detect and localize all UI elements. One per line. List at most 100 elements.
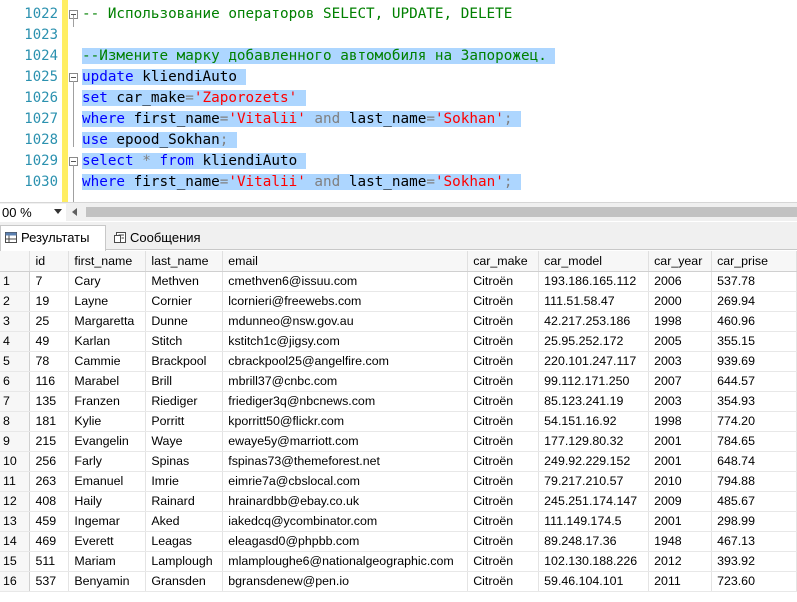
table-cell[interactable]: Citroën (467, 531, 540, 552)
table-cell[interactable]: Stitch (145, 331, 224, 352)
table-cell[interactable]: 25.95.252.172 (538, 331, 650, 352)
row-number[interactable]: 16 (0, 571, 31, 592)
code-line[interactable]: 1022 -- Использование операторов SELECT, … (0, 4, 797, 25)
table-cell[interactable]: mbrill37@cnbc.com (222, 371, 469, 392)
table-cell[interactable]: 59.46.104.101 (538, 571, 650, 592)
table-cell[interactable]: Rainard (145, 491, 224, 512)
table-cell[interactable]: 25 (29, 311, 70, 332)
table-cell[interactable]: mlamploughe6@nationalgeographic.com (222, 551, 469, 572)
table-cell[interactable]: 85.123.241.19 (538, 391, 650, 412)
table-cell[interactable]: hrainardbb@ebay.co.uk (222, 491, 469, 512)
table-cell[interactable]: 2001 (648, 431, 713, 452)
table-cell[interactable]: Methven (145, 271, 224, 292)
table-cell[interactable]: Mariam (68, 551, 147, 572)
table-cell[interactable]: Farly (68, 451, 147, 472)
table-cell[interactable]: fspinas73@themeforest.net (222, 451, 469, 472)
table-cell[interactable]: 459 (29, 511, 70, 532)
table-cell[interactable]: Karlan (68, 331, 147, 352)
row-number[interactable]: 7 (0, 391, 31, 412)
table-cell[interactable]: kporritt50@flickr.com (222, 411, 469, 432)
row-number[interactable]: 10 (0, 451, 31, 472)
table-cell[interactable]: Gransden (145, 571, 224, 592)
table-cell[interactable]: Layne (68, 291, 147, 312)
table-cell[interactable]: 78 (29, 351, 70, 372)
column-header-car-prise[interactable]: car_prise (711, 251, 797, 272)
table-cell[interactable]: Dunne (145, 311, 224, 332)
table-cell[interactable]: 181 (29, 411, 70, 432)
table-cell[interactable]: Cammie (68, 351, 147, 372)
tab-messages[interactable]: Сообщения (110, 226, 214, 250)
row-number[interactable]: 3 (0, 311, 31, 332)
row-number[interactable]: 5 (0, 351, 31, 372)
table-cell[interactable]: ewaye5y@marriott.com (222, 431, 469, 452)
code-line[interactable]: 1030 where first_name = 'Vitalii' and last_… (0, 172, 797, 193)
table-cell[interactable]: Citroën (467, 371, 540, 392)
table-cell[interactable]: Marabel (68, 371, 147, 392)
table-row[interactable]: 9 215 Evangelin Waye ewaye5y@marriott.com Cit… (0, 431, 797, 452)
table-cell[interactable]: Benyamin (68, 571, 147, 592)
table-cell[interactable]: Citroën (467, 471, 540, 492)
table-cell[interactable]: friediger3q@nbcnews.com (222, 391, 469, 412)
scroll-left-icon[interactable] (72, 208, 77, 216)
table-cell[interactable]: 469 (29, 531, 70, 552)
table-row[interactable]: 15 511 Mariam Lamplough mlamploughe6@nationa… (0, 551, 797, 572)
row-number[interactable]: 1 (0, 271, 31, 292)
table-row[interactable]: 7 135 Franzen Riediger friediger3q@nbcnews.c… (0, 391, 797, 412)
table-cell[interactable]: 939.69 (711, 351, 797, 372)
table-cell[interactable]: 784.65 (711, 431, 797, 452)
table-cell[interactable]: 2001 (648, 511, 713, 532)
table-cell[interactable]: 215 (29, 431, 70, 452)
row-number[interactable]: 14 (0, 531, 31, 552)
code-line[interactable]: 1029 select * from kliendiAuto (0, 151, 797, 172)
code-line[interactable]: 1026 set car_make='Zaporozets' (0, 88, 797, 109)
table-cell[interactable]: 1998 (648, 411, 713, 432)
table-cell[interactable]: Citroën (467, 491, 540, 512)
table-cell[interactable]: 2009 (648, 491, 713, 512)
table-cell[interactable]: Riediger (145, 391, 224, 412)
code-line[interactable]: 1023 (0, 25, 797, 46)
table-cell[interactable]: Porritt (145, 411, 224, 432)
row-number[interactable]: 9 (0, 431, 31, 452)
table-cell[interactable]: 89.248.17.36 (538, 531, 650, 552)
table-cell[interactable]: 2005 (648, 331, 713, 352)
table-cell[interactable]: Kylie (68, 411, 147, 432)
table-cell[interactable]: Emanuel (68, 471, 147, 492)
table-cell[interactable]: Imrie (145, 471, 224, 492)
table-cell[interactable]: Lamplough (145, 551, 224, 572)
table-cell[interactable]: cbrackpool25@angelfire.com (222, 351, 469, 372)
table-cell[interactable]: 2003 (648, 391, 713, 412)
table-cell[interactable]: 2010 (648, 471, 713, 492)
table-cell[interactable]: Brackpool (145, 351, 224, 372)
table-row[interactable]: 16 537 Benyamin Gransden bgransdenew@pen.io C… (0, 571, 797, 592)
table-cell[interactable]: 54.151.16.92 (538, 411, 650, 432)
table-cell[interactable]: Citroën (467, 511, 540, 532)
table-row[interactable]: 4 49 Karlan Stitch kstitch1c@jigsy.com Citroë… (0, 331, 797, 352)
column-header-last-name[interactable]: last_name (145, 251, 224, 272)
table-cell[interactable]: Citroën (467, 351, 540, 372)
table-cell[interactable]: Everett (68, 531, 147, 552)
table-cell[interactable]: Brill (145, 371, 224, 392)
table-cell[interactable]: Margaretta (68, 311, 147, 332)
table-cell[interactable]: 794.88 (711, 471, 797, 492)
table-cell[interactable]: 354.93 (711, 391, 797, 412)
table-cell[interactable]: Citroën (467, 291, 540, 312)
column-header-car-year[interactable]: car_year (648, 251, 713, 272)
table-cell[interactable]: 111.51.58.47 (538, 291, 650, 312)
table-cell[interactable]: 2000 (648, 291, 713, 312)
table-cell[interactable]: Citroën (467, 331, 540, 352)
table-row[interactable]: 10 256 Farly Spinas fspinas73@themeforest.ne… (0, 451, 797, 472)
table-cell[interactable]: 644.57 (711, 371, 797, 392)
table-cell[interactable]: 460.96 (711, 311, 797, 332)
table-row[interactable]: 14 469 Everett Leagas eleagasd0@phpbb.com Cit… (0, 531, 797, 552)
table-row[interactable]: 3 25 Margaretta Dunne mdunneo@nsw.gov.au Citr… (0, 311, 797, 332)
table-cell[interactable]: kstitch1c@jigsy.com (222, 331, 469, 352)
table-cell[interactable]: 467.13 (711, 531, 797, 552)
table-cell[interactable]: Ingemar (68, 511, 147, 532)
row-number[interactable]: 2 (0, 291, 31, 312)
table-cell[interactable]: 245.251.174.147 (538, 491, 650, 512)
table-cell[interactable]: 7 (29, 271, 70, 292)
table-cell[interactable]: Cornier (145, 291, 224, 312)
table-cell[interactable]: 111.149.174.5 (538, 511, 650, 532)
table-cell[interactable]: 193.186.165.112 (538, 271, 650, 292)
table-cell[interactable]: mdunneo@nsw.gov.au (222, 311, 469, 332)
